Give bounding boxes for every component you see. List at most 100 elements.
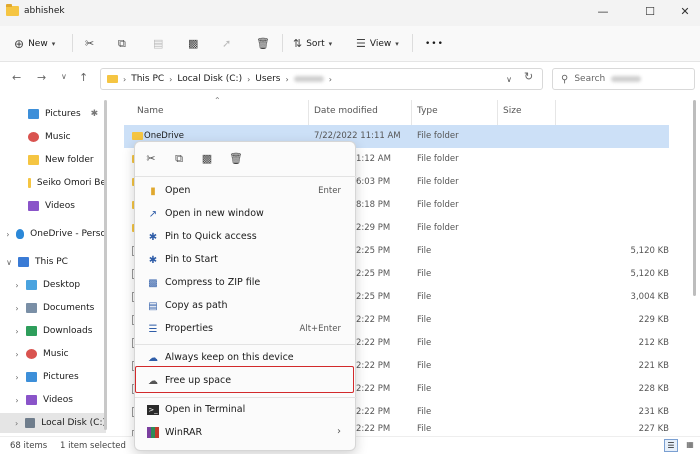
copy-icon[interactable]: ⧉ — [171, 152, 187, 168]
column-divider — [411, 100, 412, 126]
tiles-view-icon[interactable]: ▦ — [684, 439, 696, 452]
minimize-button[interactable]: — — [590, 3, 616, 21]
row-type: File — [417, 338, 432, 348]
desktop-icon — [26, 280, 37, 290]
sidebar-item-videos[interactable]: Videos — [0, 196, 106, 216]
menu-item-open-new-window[interactable]: ↗ Open in new window — [139, 203, 351, 225]
sidebar-item-music[interactable]: Music — [0, 127, 106, 147]
column-header-name[interactable]: Name — [137, 106, 164, 116]
drive-icon — [25, 418, 36, 428]
context-menu: ✂ ⧉ ▩ 🗑 ▮ Open Enter ↗ Open in new windo… — [134, 141, 357, 451]
new-button[interactable]: ⊕ New ▾ — [14, 34, 55, 54]
sidebar-item-music-pc[interactable]: › Music — [0, 344, 106, 364]
copy-icon: ⧉ — [118, 37, 126, 50]
up-button[interactable]: ↑ — [79, 71, 88, 84]
sidebar-item-desktop[interactable]: › Desktop — [0, 275, 106, 295]
delete-icon[interactable]: 🗑 — [228, 152, 244, 168]
copy-button[interactable]: ⧉ — [118, 34, 126, 54]
row-type: File folder — [417, 223, 459, 233]
breadcrumb-users[interactable]: Users — [255, 74, 280, 84]
sidebar-item-pictures-pc[interactable]: › Pictures — [0, 367, 106, 387]
close-button[interactable]: ✕ — [672, 3, 698, 21]
sidebar-scrollbar[interactable] — [104, 100, 107, 430]
music-icon — [28, 132, 39, 142]
chevron-right-icon: › — [15, 395, 19, 405]
plus-circle-icon: ⊕ — [14, 37, 25, 51]
search-box[interactable]: ⚲ Search — [552, 68, 695, 90]
zip-icon: ▩ — [148, 277, 158, 289]
menu-item-pin-quick-access[interactable]: ✱ Pin to Quick access — [139, 226, 351, 248]
sidebar-item-downloads[interactable]: › Downloads — [0, 321, 106, 341]
view-label: View — [369, 39, 392, 49]
sidebar-item-documents[interactable]: › Documents — [0, 298, 106, 318]
share-button[interactable]: ➚ — [222, 34, 231, 54]
highlight-box — [135, 366, 354, 393]
maximize-button[interactable]: ☐ — [637, 3, 663, 21]
pin-icon: ✱ — [148, 254, 158, 266]
chevron-right-icon: › — [6, 229, 10, 239]
breadcrumb-this-pc[interactable]: This PC — [131, 74, 164, 84]
forward-button[interactable]: → — [37, 71, 46, 84]
paste-button[interactable]: ▤ — [153, 34, 163, 54]
sidebar-item-local-disk[interactable]: › Local Disk (C:) — [0, 413, 106, 433]
cut-icon[interactable]: ✂ — [143, 152, 159, 168]
cut-button[interactable]: ✂ — [85, 34, 94, 54]
row-name: OneDrive — [144, 131, 184, 141]
menu-item-pin-start[interactable]: ✱ Pin to Start — [139, 249, 351, 271]
search-placeholder: Search — [574, 74, 606, 84]
delete-button[interactable]: 🗑 — [256, 34, 270, 54]
view-button[interactable]: ☰ View ▾ — [356, 34, 399, 54]
menu-item-shortcut: Enter — [318, 186, 341, 196]
address-bar[interactable]: › This PC › Local Disk (C:) › Users › › … — [100, 68, 543, 90]
sort-button[interactable]: ⇅ Sort ▾ — [293, 34, 332, 54]
sidebar-item-label: Local Disk (C:) — [41, 418, 106, 428]
sidebar-item-this-pc[interactable]: ∨ This PC — [0, 252, 106, 272]
sidebar-item-onedrive[interactable]: › OneDrive - Perso — [0, 224, 106, 244]
column-header-size[interactable]: Size — [503, 106, 521, 116]
chevron-right-icon: › — [328, 74, 332, 84]
rename-icon: ▩ — [188, 37, 199, 50]
column-header-type[interactable]: Type — [417, 106, 438, 116]
sidebar-item-new-folder[interactable]: New folder — [0, 150, 106, 170]
menu-item-open-terminal[interactable]: >_ Open in Terminal — [139, 399, 351, 421]
view-icon: ☰ — [356, 37, 366, 50]
videos-icon — [26, 395, 37, 405]
chevron-down-icon[interactable]: ∨ — [506, 75, 512, 84]
row-size: 227 KB — [638, 424, 669, 434]
selection-count: 1 item selected — [60, 441, 126, 451]
menu-item-label: Pin to Quick access — [165, 231, 257, 242]
row-date: 6:03 PM — [356, 177, 391, 187]
sidebar-item-label: Music — [45, 132, 71, 142]
row-date: 8:18 PM — [356, 200, 391, 210]
chevron-right-icon: › — [15, 349, 19, 359]
rename-icon[interactable]: ▩ — [199, 152, 215, 168]
back-button[interactable]: ← — [12, 71, 21, 84]
menu-item-winrar[interactable]: WinRAR › — [139, 422, 351, 444]
chevron-right-icon: › — [15, 303, 19, 313]
menu-item-compress-zip[interactable]: ▩ Compress to ZIP file — [139, 272, 351, 294]
scissors-icon: ✂ — [85, 37, 95, 50]
refresh-button[interactable]: ↻ — [524, 70, 533, 83]
chevron-down-icon: ▾ — [328, 40, 333, 48]
rename-button[interactable]: ▩ — [188, 34, 198, 54]
sort-icon: ⇅ — [293, 37, 303, 50]
details-view-icon[interactable]: ☰ — [664, 439, 678, 452]
file-list-scrollbar[interactable] — [693, 100, 696, 296]
paste-icon: ▤ — [153, 37, 164, 50]
row-date: 2:22 PM — [356, 384, 391, 394]
menu-item-open[interactable]: ▮ Open Enter — [139, 180, 351, 202]
sidebar-item-seiko-omori[interactable]: Seiko Omori Be — [0, 173, 106, 193]
menu-item-copy-as-path[interactable]: ▤ Copy as path — [139, 295, 351, 317]
more-options-button[interactable]: ••• — [425, 34, 444, 54]
column-header-date[interactable]: Date modified — [314, 106, 378, 116]
sidebar-item-pictures[interactable]: Pictures ✱ — [0, 104, 106, 124]
sidebar-item-videos-pc[interactable]: › Videos — [0, 390, 106, 410]
menu-item-properties[interactable]: ☰ Properties Alt+Enter — [139, 318, 351, 340]
breadcrumb-user-blurred[interactable] — [293, 76, 324, 82]
row-date: 7/22/2022 11:11 AM — [314, 131, 401, 141]
recent-locations-button[interactable]: ∨ — [61, 72, 67, 81]
breadcrumb-local-disk[interactable]: Local Disk (C:) — [177, 74, 242, 84]
column-divider — [497, 100, 498, 126]
row-size: 231 KB — [638, 407, 669, 417]
terminal-icon: >_ — [147, 405, 159, 415]
